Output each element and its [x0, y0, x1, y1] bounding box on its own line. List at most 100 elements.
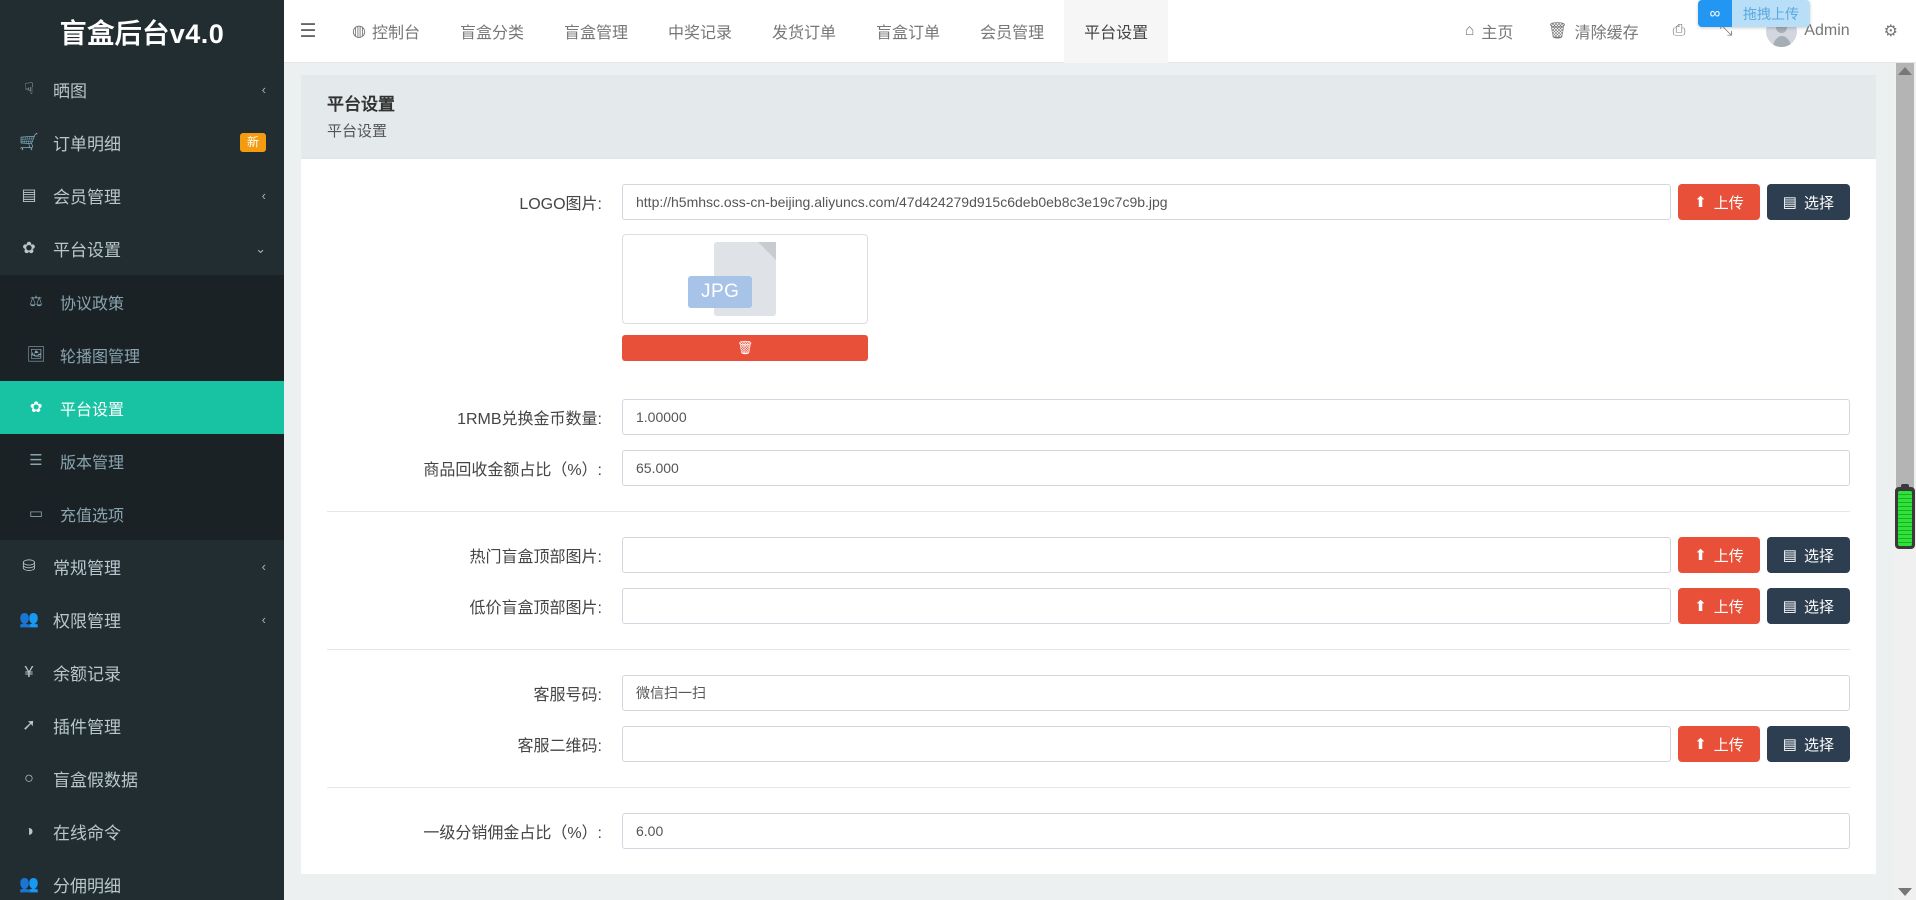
user-name: Admin	[1804, 22, 1849, 40]
hot-top-image-upload-button[interactable]: ⬆ 上传	[1678, 537, 1760, 573]
circle-icon: ○	[18, 771, 40, 787]
service-qrcode-input[interactable]	[622, 726, 1671, 762]
tab-label: 控制台	[372, 19, 420, 43]
top-navigation: ◍ 控制台 盲盒分类 盲盒管理 中奖记录 发货订单 盲盒订单	[332, 0, 1168, 63]
sidebar-item-order-detail[interactable]: 🛒 订单明细 新	[0, 116, 284, 169]
rmb-rate-input[interactable]	[622, 399, 1850, 435]
main-area: ☰ ◍ 控制台 盲盒分类 盲盒管理 中奖记录 发货订单	[284, 0, 1916, 900]
hot-top-image-select-button[interactable]: ▤ 选择	[1767, 537, 1850, 573]
trash-icon: 🗑	[1547, 21, 1567, 41]
chevron-left-icon: ‹	[262, 559, 266, 574]
brand-title: 盲盒后台v4.0	[0, 0, 284, 63]
service-qrcode-select-button[interactable]: ▤ 选择	[1767, 726, 1850, 762]
topbar-right-actions: ⌂ 主页 🗑 清除缓存 ⎙ ⤡ Admin ⚙	[1448, 0, 1916, 63]
home-link[interactable]: ⌂ 主页	[1448, 0, 1531, 63]
list-icon: ▤	[1783, 193, 1797, 211]
sidebar-item-permission-mgmt[interactable]: 👥 权限管理 ‹	[0, 593, 284, 646]
page-title: 平台设置	[327, 90, 1850, 115]
sidebar-link-general-mgmt[interactable]: ⛁ 常规管理 ‹	[0, 540, 284, 593]
tab-member-management[interactable]: 会员管理	[960, 0, 1064, 63]
tab-box-category[interactable]: 盲盒分类	[440, 0, 544, 63]
sidebar-link-shaitu[interactable]: ☟ 晒图 ‹	[0, 63, 284, 116]
screenshot-icon[interactable]: ⎙	[1656, 0, 1703, 63]
sidebar-link-order-detail[interactable]: 🛒 订单明细 新	[0, 116, 284, 169]
low-top-image-input[interactable]	[622, 588, 1671, 624]
sidebar-link-commission-detail[interactable]: 👥 分佣明细	[0, 858, 284, 900]
recycle-pct-input[interactable]	[622, 450, 1850, 486]
sidebar-item-balance-record[interactable]: ¥ 余额记录	[0, 646, 284, 699]
sidebar-subitem-recharge-options[interactable]: ▭ 充值选项	[0, 487, 284, 540]
low-top-image-select-button[interactable]: ▤ 选择	[1767, 588, 1850, 624]
rmb-rate-label: 1RMB兑换金币数量:	[327, 405, 622, 429]
sidebar-item-platform-settings[interactable]: ✿ 平台设置 ⌄	[0, 222, 284, 275]
scrollbar-thumb[interactable]	[1896, 63, 1914, 493]
tab-label: 平台设置	[1084, 19, 1148, 43]
vertical-scrollbar[interactable]	[1894, 63, 1916, 900]
sidebar-link-online-command[interactable]: ◑ 在线命令	[0, 805, 284, 858]
sidebar-item-label: 在线命令	[53, 819, 266, 844]
tab-console[interactable]: ◍ 控制台	[332, 0, 440, 63]
chevron-down-icon: ⌄	[255, 241, 266, 257]
logo-thumbnail[interactable]: JPG	[622, 234, 868, 324]
sidebar-subitem-version-mgmt[interactable]: ☰ 版本管理	[0, 434, 284, 487]
form-row-low-top-image: 低价盲盒顶部图片: ⬆ 上传 ▤ 选择	[301, 587, 1876, 625]
sidebar-link-member-mgmt[interactable]: ▤ 会员管理 ‹	[0, 169, 284, 222]
sidebar-link-platform-settings[interactable]: ✿ 平台设置 ⌄	[0, 222, 284, 275]
yen-icon: ¥	[18, 665, 40, 681]
download-icon: ☟	[18, 82, 40, 98]
sidebar-item-commission-detail[interactable]: 👥 分佣明细	[0, 858, 284, 900]
drag-upload-label: 拖拽上传	[1732, 0, 1810, 27]
sidebar-link-version-mgmt[interactable]: ☰ 版本管理	[0, 434, 284, 487]
clear-cache-button[interactable]: 🗑 清除缓存	[1530, 0, 1655, 63]
users-icon: 👥	[18, 877, 40, 893]
sidebar-link-plugin-mgmt[interactable]: ➚ 插件管理	[0, 699, 284, 752]
low-top-image-upload-button[interactable]: ⬆ 上传	[1678, 588, 1760, 624]
hot-top-image-input[interactable]	[622, 537, 1671, 573]
form-row-hot-top-image: 热门盲盒顶部图片: ⬆ 上传 ▤ 选择	[301, 536, 1876, 574]
sidebar-link-agreement-policy[interactable]: ⚖ 协议政策	[0, 275, 284, 328]
sidebar-item-shaitu[interactable]: ☟ 晒图 ‹	[0, 63, 284, 116]
logo-thumbnail-area: JPG 🗑	[301, 234, 1876, 361]
sidebar-item-general-mgmt[interactable]: ⛁ 常规管理 ‹	[0, 540, 284, 593]
tab-shipping-order[interactable]: 发货订单	[752, 0, 856, 63]
tab-box-order[interactable]: 盲盒订单	[856, 0, 960, 63]
sidebar-subitem-platform-settings-active[interactable]: ✿ 平台设置	[0, 381, 284, 434]
hot-top-image-label: 热门盲盒顶部图片:	[327, 543, 622, 567]
sidebar-item-plugin-mgmt[interactable]: ➚ 插件管理	[0, 699, 284, 752]
drag-upload-chip[interactable]: ∞ 拖拽上传	[1698, 0, 1810, 27]
logo-url-input[interactable]	[622, 184, 1671, 220]
upload-icon: ⬆	[1694, 597, 1707, 615]
upload-icon: ⬆	[1694, 193, 1707, 211]
sidebar-item-member-mgmt[interactable]: ▤ 会员管理 ‹	[0, 169, 284, 222]
sidebar-subitem-carousel-mgmt[interactable]: 🖼 轮播图管理	[0, 328, 284, 381]
service-qrcode-upload-button[interactable]: ⬆ 上传	[1678, 726, 1760, 762]
content-area: 平台设置 平台设置 LOGO图片: ⬆ 上传	[284, 63, 1916, 900]
dashboard-icon: ◍	[352, 21, 366, 41]
logo-delete-button[interactable]: 🗑	[622, 335, 868, 361]
settings-panel: LOGO图片: ⬆ 上传 ▤ 选择	[301, 159, 1876, 874]
scroll-down-arrow-icon[interactable]	[1898, 888, 1912, 896]
sidebar-link-carousel-mgmt[interactable]: 🖼 轮播图管理	[0, 328, 284, 381]
sidebar-link-recharge-options[interactable]: ▭ 充值选项	[0, 487, 284, 540]
topbar: ☰ ◍ 控制台 盲盒分类 盲盒管理 中奖记录 发货订单	[284, 0, 1916, 63]
scroll-up-arrow-icon[interactable]	[1898, 67, 1912, 75]
logo-upload-button[interactable]: ⬆ 上传	[1678, 184, 1760, 220]
tab-platform-settings[interactable]: 平台设置	[1064, 0, 1168, 63]
level1-commission-input[interactable]	[622, 813, 1850, 849]
recycle-pct-label: 商品回收金额占比（%）:	[327, 456, 622, 480]
sidebar-link-fake-data[interactable]: ○ 盲盒假数据	[0, 752, 284, 805]
service-number-input[interactable]	[622, 675, 1850, 711]
hamburger-menu-icon[interactable]: ☰	[284, 0, 332, 63]
sidebar-link-permission-mgmt[interactable]: 👥 权限管理 ‹	[0, 593, 284, 646]
sidebar-link-platform-settings-active[interactable]: ✿ 平台设置	[0, 381, 284, 434]
sidebar-item-label: 订单明细	[53, 130, 227, 155]
tab-box-management[interactable]: 盲盒管理	[544, 0, 648, 63]
tab-prize-record[interactable]: 中奖记录	[648, 0, 752, 63]
settings-gear-icon[interactable]: ⚙	[1867, 0, 1898, 63]
scales-icon: ⚖	[25, 294, 47, 309]
sidebar-link-balance-record[interactable]: ¥ 余额记录	[0, 646, 284, 699]
sidebar-subitem-agreement-policy[interactable]: ⚖ 协议政策	[0, 275, 284, 328]
logo-select-button[interactable]: ▤ 选择	[1767, 184, 1850, 220]
sidebar-item-online-command[interactable]: ◑ 在线命令	[0, 805, 284, 858]
sidebar-item-fake-data[interactable]: ○ 盲盒假数据	[0, 752, 284, 805]
